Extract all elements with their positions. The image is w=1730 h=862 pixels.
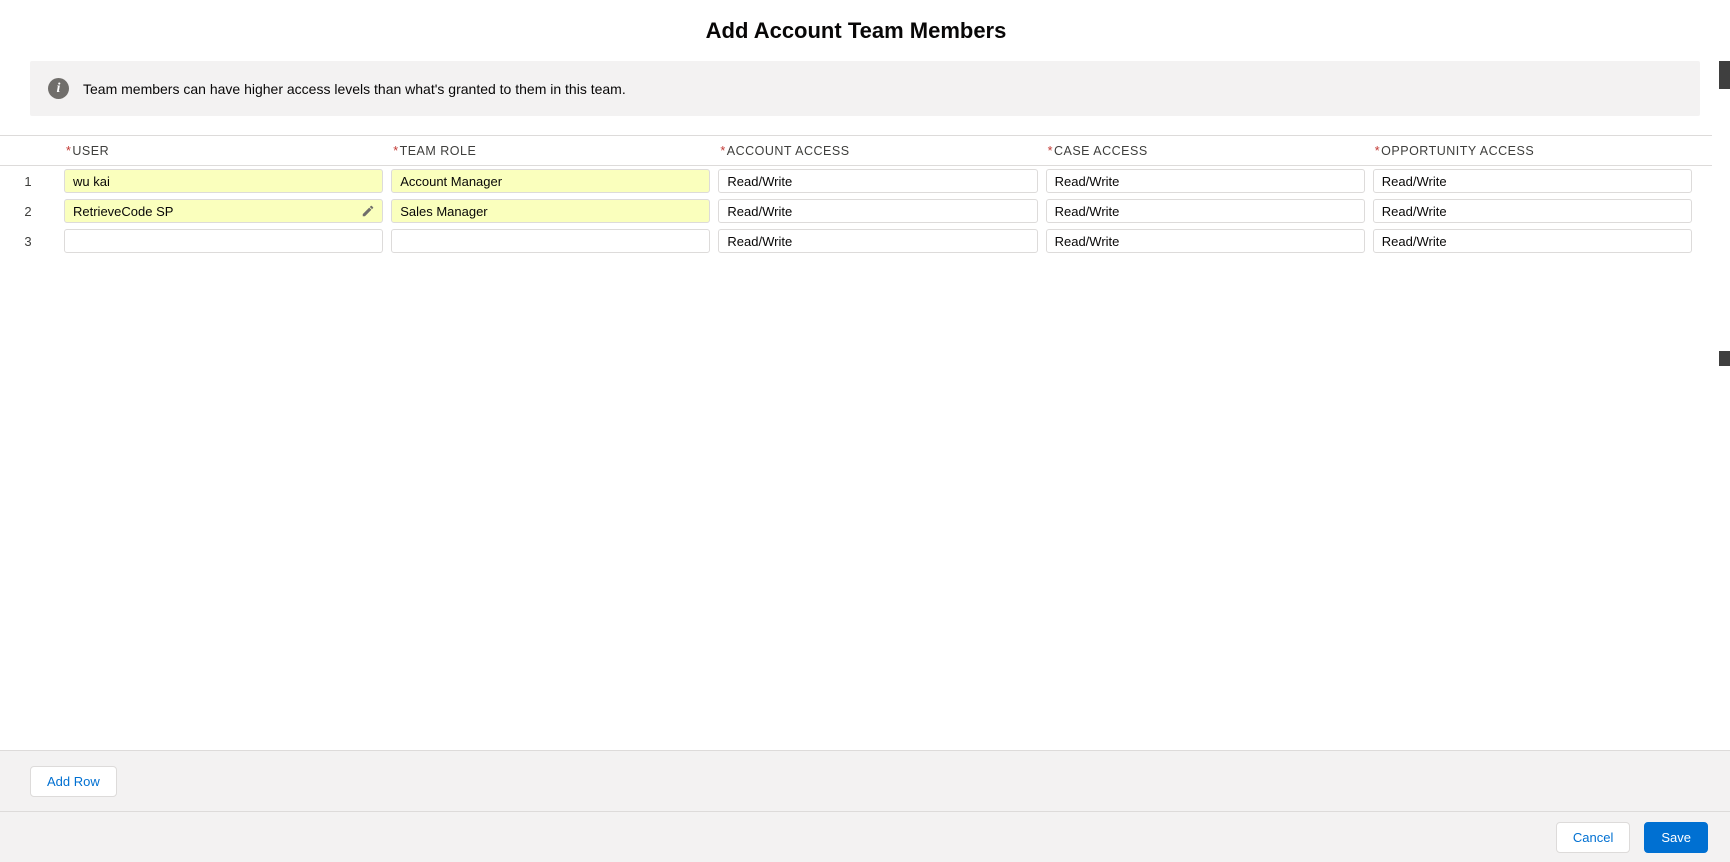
case-access-cell — [1045, 169, 1365, 193]
team-role-input[interactable] — [391, 199, 711, 223]
user-cell — [64, 229, 384, 253]
required-asterisk: * — [66, 143, 72, 158]
account-access-input[interactable] — [718, 229, 1038, 253]
table-row: 2 — [0, 196, 1712, 226]
info-icon: i — [48, 78, 69, 99]
opportunity-access-input[interactable] — [1372, 169, 1692, 193]
cancel-button[interactable]: Cancel — [1555, 821, 1631, 853]
row-number: 1 — [24, 173, 32, 189]
case-access-input[interactable] — [1045, 169, 1365, 193]
case-access-cell — [1045, 229, 1365, 253]
opportunity-access-cell — [1372, 169, 1692, 193]
table-header: *USER *TEAM ROLE *ACCOUNT ACCESS *CASE A… — [0, 135, 1712, 166]
opportunity-access-cell — [1372, 229, 1692, 253]
case-access-input[interactable] — [1045, 199, 1365, 223]
case-access-input[interactable] — [1045, 229, 1365, 253]
column-header-opportunity-access: *OPPORTUNITY ACCESS — [1373, 144, 1692, 158]
account-access-cell — [718, 229, 1038, 253]
team-role-input[interactable] — [391, 229, 711, 253]
column-header-case-access: *CASE ACCESS — [1046, 144, 1365, 158]
team-role-cell — [391, 169, 711, 193]
opportunity-access-cell — [1372, 199, 1692, 223]
add-account-team-members-modal: Add Account Team Members i Team members … — [0, 0, 1730, 862]
add-row-bar: Add Row — [0, 750, 1730, 811]
scrollbar-thumb[interactable] — [1719, 61, 1730, 89]
modal-footer: Cancel Save — [0, 811, 1730, 862]
column-header-team-role: *TEAM ROLE — [391, 144, 710, 158]
user-input[interactable] — [64, 229, 384, 253]
scrollbar[interactable] — [1719, 0, 1730, 862]
row-number: 2 — [24, 203, 32, 219]
required-asterisk: * — [1374, 143, 1381, 158]
account-access-cell — [718, 199, 1038, 223]
opportunity-access-input[interactable] — [1372, 199, 1692, 223]
add-row-button[interactable]: Add Row — [30, 765, 117, 797]
column-header-account-access: *ACCOUNT ACCESS — [718, 144, 1037, 158]
column-header-label: OPPORTUNITY ACCESS — [1381, 143, 1535, 158]
edit-pencil-icon[interactable] — [361, 204, 375, 218]
row-number: 3 — [24, 233, 32, 249]
required-asterisk: * — [1047, 143, 1053, 158]
team-role-cell — [391, 229, 711, 253]
user-input[interactable] — [64, 169, 384, 193]
team-role-input[interactable] — [391, 169, 711, 193]
column-header-user: *USER — [64, 144, 383, 158]
scrollbar-mark[interactable] — [1719, 351, 1730, 366]
account-access-input[interactable] — [718, 169, 1038, 193]
page-title: Add Account Team Members — [705, 18, 1007, 43]
info-banner-text: Team members can have higher access leve… — [83, 80, 626, 97]
table-row: 1 — [0, 166, 1712, 196]
user-cell — [64, 169, 384, 193]
account-access-input[interactable] — [718, 199, 1038, 223]
user-cell — [64, 199, 384, 223]
column-header-label: TEAM ROLE — [399, 143, 477, 158]
column-header-label: CASE ACCESS — [1053, 143, 1148, 158]
user-input[interactable] — [64, 199, 384, 223]
required-asterisk: * — [393, 143, 399, 158]
column-header-label: USER — [72, 143, 110, 158]
opportunity-access-input[interactable] — [1372, 229, 1692, 253]
column-header-label: ACCOUNT ACCESS — [726, 143, 850, 158]
save-button[interactable]: Save — [1644, 821, 1708, 853]
account-access-cell — [718, 169, 1038, 193]
table-body: 1 2 — [0, 166, 1712, 256]
case-access-cell — [1045, 199, 1365, 223]
required-asterisk: * — [720, 143, 726, 158]
table-row: 3 — [0, 226, 1712, 256]
team-role-cell — [391, 199, 711, 223]
info-banner: i Team members can have higher access le… — [30, 61, 1700, 116]
